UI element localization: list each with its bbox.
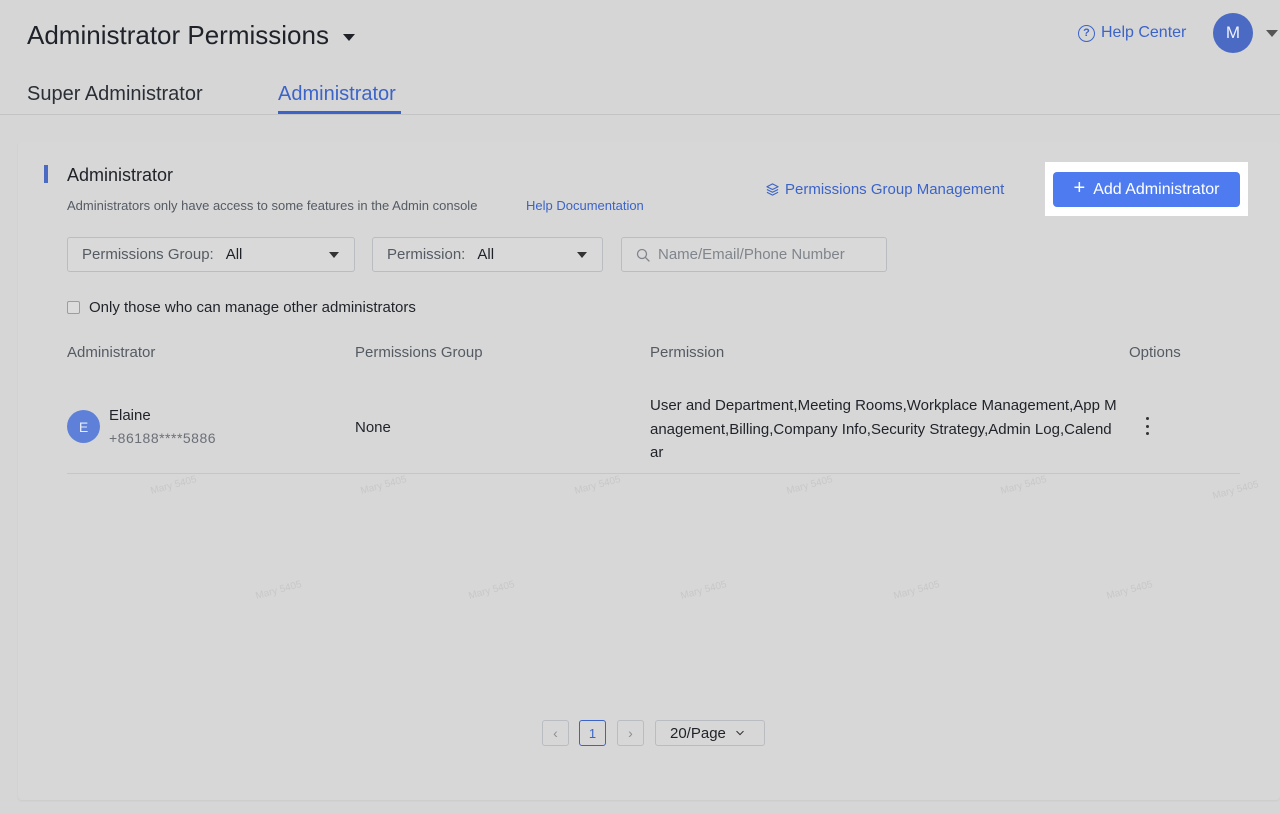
page-title-text: Administrator Permissions [27,20,329,50]
column-header-permission: Permission [650,344,725,361]
chevron-down-icon [736,730,744,736]
only-manage-admins-label: Only those who can manage other administ… [89,299,416,316]
permission-select[interactable]: Permission: All [372,237,603,272]
permissions-group-select-label: Permissions Group: [82,246,214,263]
page-title[interactable]: Administrator Permissions [27,20,355,51]
permissions-group-management-label: Permissions Group Management [785,181,1005,198]
tab-super-administrator[interactable]: Super Administrator [27,83,203,106]
row-divider [67,473,1240,474]
tab-administrator[interactable]: Administrator [278,83,396,106]
search-icon [636,248,650,262]
layers-icon [766,183,779,196]
help-circle-icon: ? [1078,24,1095,42]
permission-select-value: All [477,246,495,263]
dropdown-arrow-icon [577,252,587,258]
avatar-caret-icon[interactable] [1266,30,1278,37]
add-administrator-button[interactable]: + Add Administrator [1053,172,1240,207]
column-header-options: Options [1129,344,1181,361]
dropdown-arrow-icon [329,252,339,258]
page-1-button[interactable]: 1 [579,720,606,746]
search-input[interactable] [658,246,878,263]
admin-phone: +86188****5886 [109,430,217,446]
avatar: E [67,410,100,443]
page-size-select[interactable]: 20/Page [655,720,765,746]
permission-select-label: Permission: [387,246,466,263]
column-header-permissions-group: Permissions Group [355,344,483,361]
admin-name: Elaine [109,407,151,424]
permissions-group-select[interactable]: Permissions Group: All [67,237,355,272]
help-center-label: Help Center [1101,24,1187,41]
section-description: Administrators only have access to some … [67,198,478,213]
prev-page-button[interactable]: ‹ [542,720,569,746]
help-center-link[interactable]: ? Help Center [1078,24,1186,42]
admin-permissions: User and Department,Meeting Rooms,Workpl… [650,397,1117,461]
column-header-administrator: Administrator [67,344,156,361]
only-manage-admins-checkbox[interactable] [67,301,80,314]
section-title: Administrator [67,165,174,185]
add-administrator-label: Add Administrator [1093,180,1220,198]
active-tab-indicator [278,111,401,114]
permissions-group-management-link[interactable]: Permissions Group Management [766,181,1004,198]
avatar[interactable]: M [1213,13,1253,53]
help-documentation-link[interactable]: Help Documentation [526,198,644,213]
admin-permissions-group: None [355,419,391,436]
caret-down-icon[interactable] [342,34,355,41]
plus-icon: + [1073,177,1086,199]
only-manage-admins-option[interactable]: Only those who can manage other administ… [67,299,416,316]
page-header: Administrator Permissions ? Help Center … [0,0,1280,115]
next-page-button[interactable]: › [617,720,644,746]
page-size-value: 20/Page [670,724,726,742]
permissions-group-select-value: All [225,246,243,263]
search-box[interactable] [621,237,887,272]
section-accent-bar [44,165,48,183]
more-options-icon[interactable] [1137,414,1157,438]
